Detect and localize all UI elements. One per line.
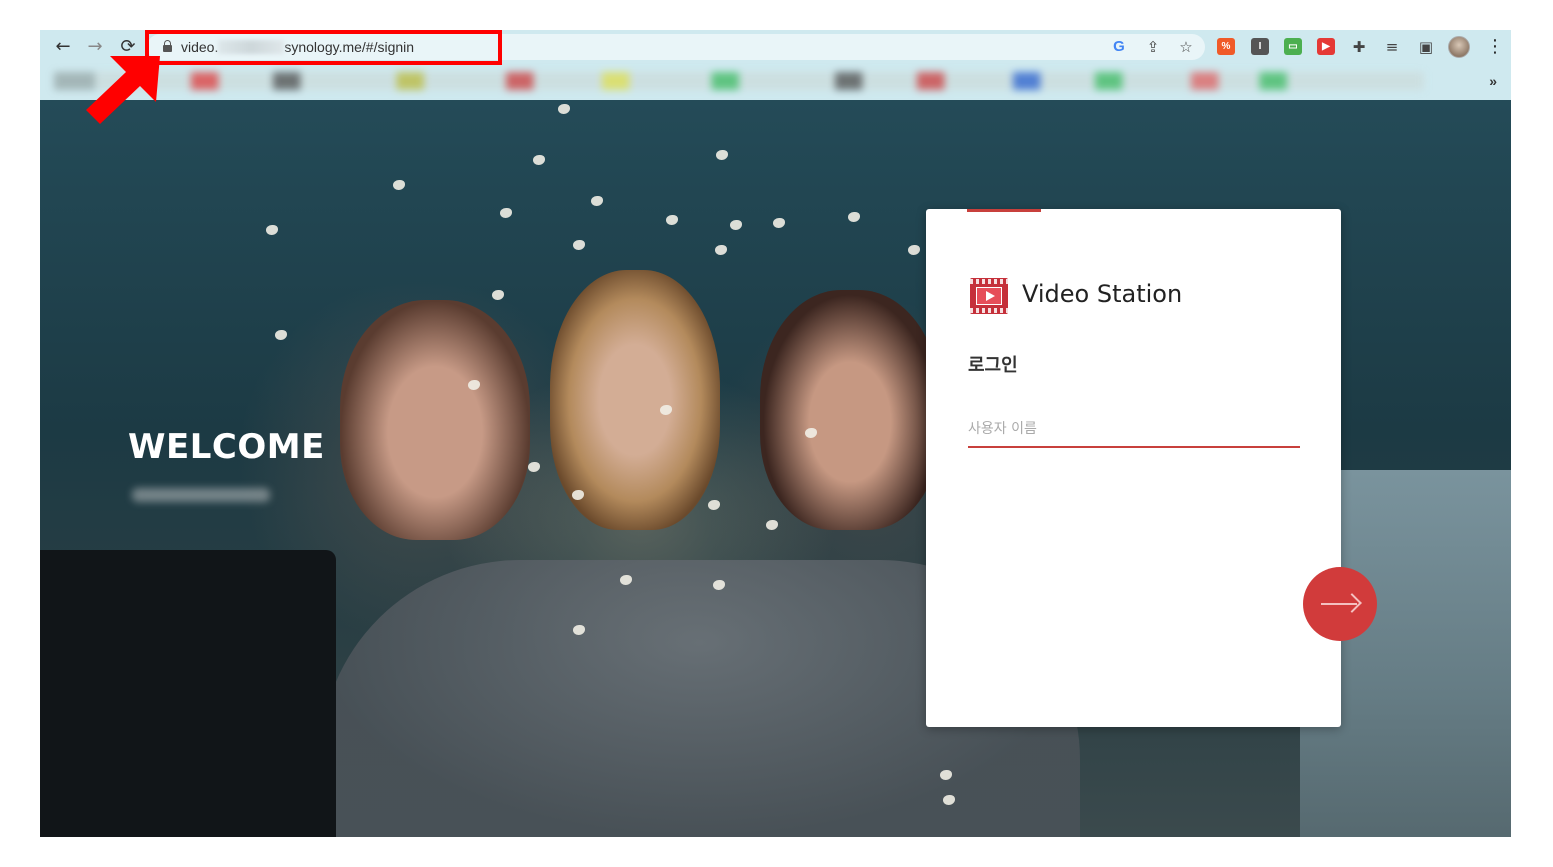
extension-icon-4[interactable]: ▶ [1317,38,1335,55]
video-station-logo-icon [970,278,1008,314]
profile-avatar[interactable] [1448,36,1470,58]
popcorn [666,215,678,225]
popcorn [266,225,278,235]
annotation-highlight-box [145,30,502,65]
arrow-right-icon-head [1342,593,1362,613]
username-input[interactable] [968,412,1300,448]
media-control-icon[interactable]: ≡ [1383,38,1401,56]
popcorn [708,500,720,510]
popcorn [773,218,785,228]
annotation-arrow-icon [86,56,160,124]
popcorn [492,290,504,300]
login-card: Video Station 로그인 [926,209,1341,727]
person-silhouette [340,300,530,540]
side-panel-icon[interactable]: ▣ [1417,38,1435,56]
app-name: Video Station [1022,280,1183,308]
popcorn [275,330,287,340]
extension-icon-2[interactable]: I [1251,38,1269,55]
card-accent-bar [967,209,1041,212]
signin-page: WELCOME Video Station 로그인 [40,100,1511,837]
tv-shape [40,550,336,837]
welcome-title: WELCOME [128,427,325,467]
back-button[interactable]: ← [52,36,74,58]
bookmarks-bar: » [40,64,1511,100]
popcorn [591,196,603,206]
popcorn [908,245,920,255]
popcorn [533,155,545,165]
extension-icon-3[interactable]: ▭ [1284,38,1302,55]
popcorn [500,208,512,218]
popcorn [393,180,405,190]
bookmarks-more-icon[interactable]: » [1489,73,1497,89]
popcorn [730,220,742,230]
popcorn [573,240,585,250]
login-submit-button[interactable] [1303,567,1377,641]
puzzle-icon[interactable]: ✚ [1350,38,1368,56]
popcorn [848,212,860,222]
login-heading: 로그인 [968,355,1018,376]
share-icon[interactable]: ⇪ [1144,38,1162,56]
popcorn [766,520,778,530]
popcorn [715,245,727,255]
welcome-subtitle-redacted [132,488,270,502]
browser-window: ← → ⟳ video. synology.me/#/signin G ⇪ ☆ %… [40,30,1511,837]
popcorn [528,462,540,472]
popcorn [716,150,728,160]
extension-icon-1[interactable]: % [1217,38,1235,55]
person-silhouette [760,290,940,530]
bookmarks-redacted [54,72,1424,90]
popcorn [558,104,570,114]
google-icon[interactable]: G [1110,38,1128,56]
star-icon[interactable]: ☆ [1177,38,1195,56]
browser-menu-icon[interactable]: ⋮ [1486,36,1504,58]
